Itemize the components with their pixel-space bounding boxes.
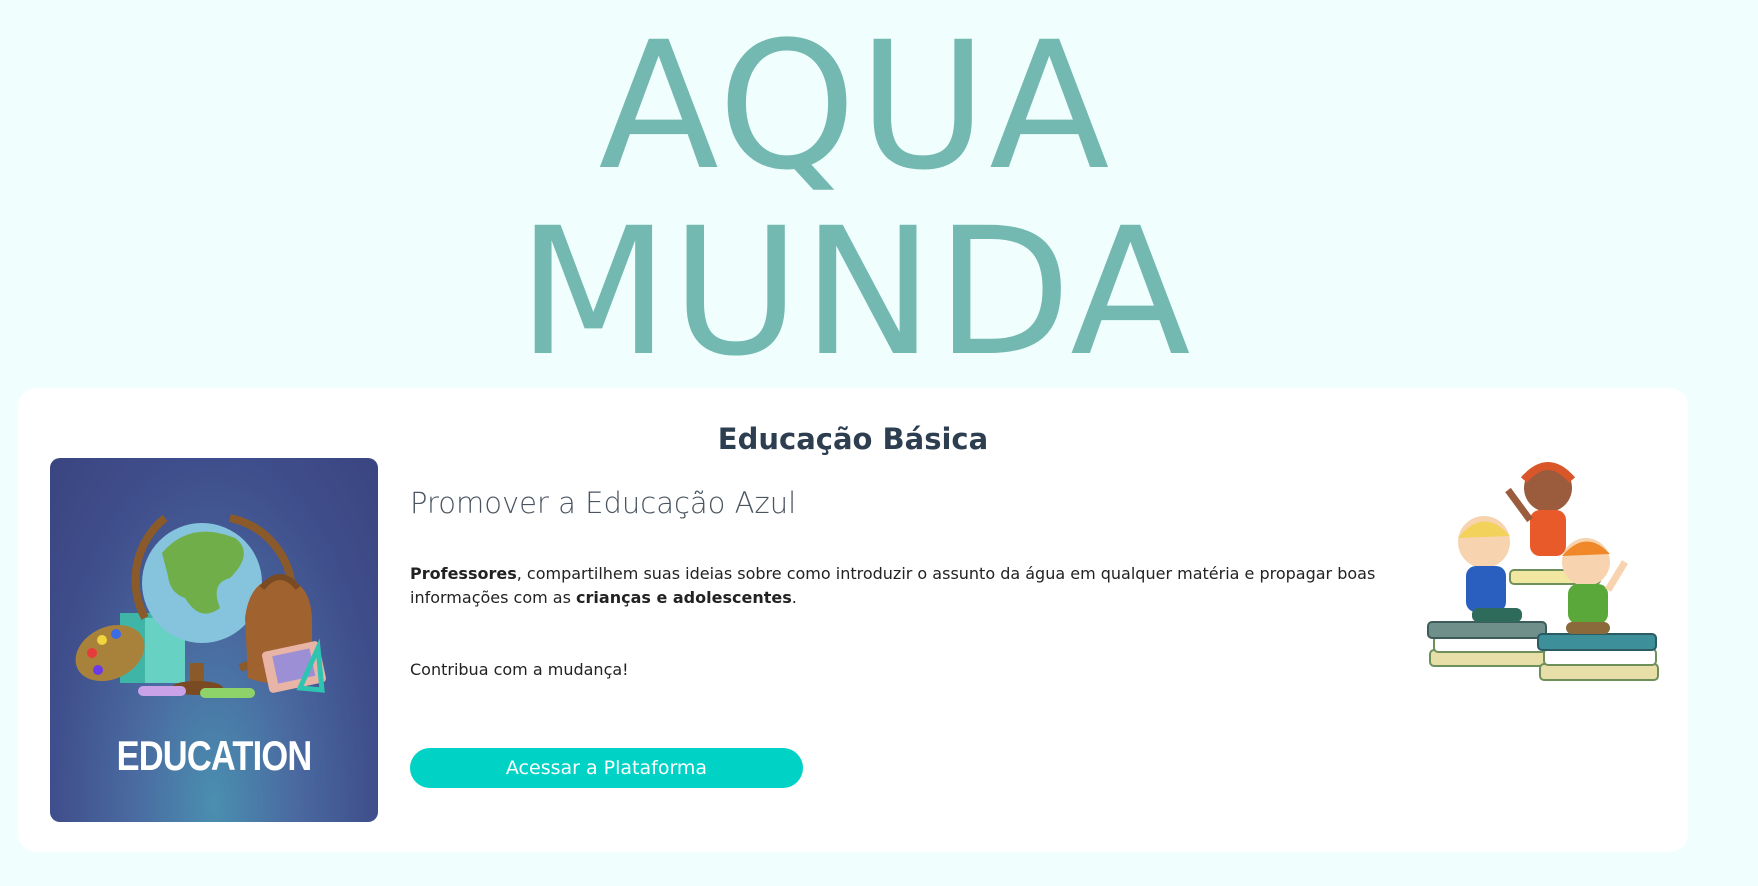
eraser: [138, 686, 186, 696]
boy2-legs: [1566, 622, 1610, 634]
boy-legs: [1472, 608, 1522, 622]
brand-logo: AQUA MUNDA: [0, 14, 1710, 386]
brand-line-1: AQUA: [598, 4, 1112, 209]
paint-dot: [87, 648, 97, 658]
education-card: Educação Básica EDUCATION Promover a Edu…: [18, 388, 1688, 852]
book: [1539, 663, 1659, 681]
access-platform-button[interactable]: Acessar a Plataforma: [410, 748, 803, 788]
paint-dot: [97, 635, 107, 645]
boy2-shirt: [1568, 584, 1608, 624]
education-image: EDUCATION: [50, 458, 378, 822]
card-content: Promover a Educação Azul Professores, co…: [410, 486, 1400, 679]
card-call-to-action-text: Contribua com a mudança!: [410, 660, 629, 679]
desc-text-2: .: [791, 588, 797, 607]
education-label: EDUCATION: [116, 732, 313, 779]
desc-text-1: , compartilhem suas ideias sobre como in…: [410, 564, 1376, 607]
paint-dot: [93, 665, 103, 675]
desc-bold-kids: crianças e adolescentes: [576, 588, 792, 607]
kids-reading-illustration-icon: [1427, 462, 1659, 681]
boy2-arm: [1605, 560, 1628, 592]
book: [1427, 621, 1547, 639]
card-description: Professores, compartilhem suas ideias so…: [410, 562, 1400, 610]
brand-line-2: MUNDA: [517, 190, 1193, 395]
desc-bold-teachers: Professores: [410, 564, 517, 583]
kids-reading-image: [1420, 450, 1670, 690]
card-subtitle: Promover a Educação Azul: [410, 486, 797, 520]
book: [1537, 633, 1657, 651]
book: [1543, 648, 1657, 666]
boy-shirt: [1466, 566, 1506, 612]
paint-dot: [111, 629, 121, 639]
marker: [200, 688, 255, 698]
girl-dress: [1530, 510, 1566, 556]
